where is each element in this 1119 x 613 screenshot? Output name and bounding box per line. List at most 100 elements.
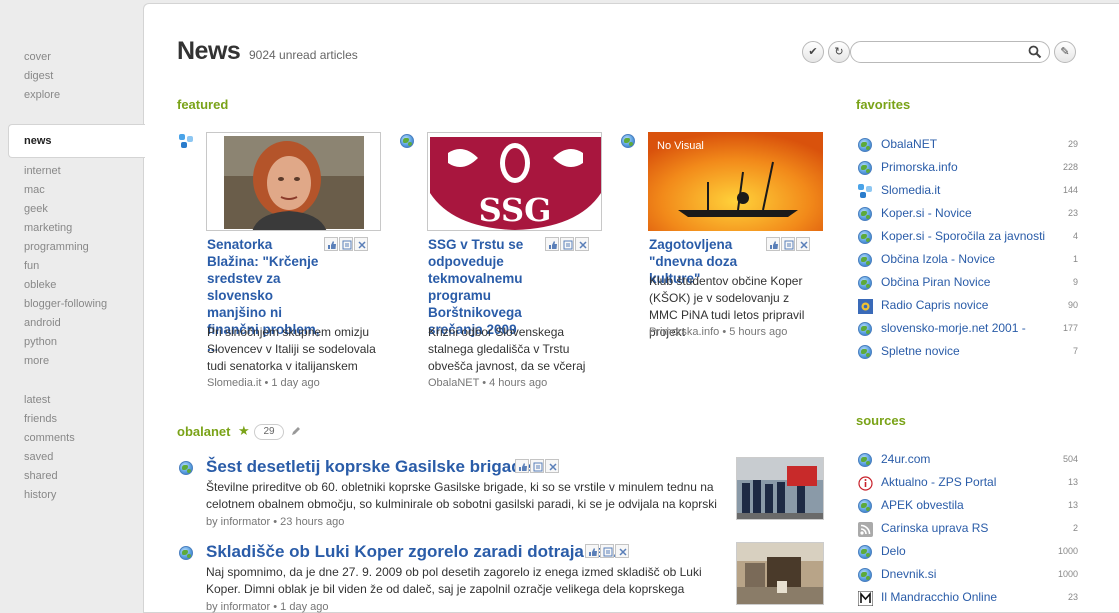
like-button[interactable]	[545, 237, 559, 251]
share-button[interactable]	[560, 237, 574, 251]
feed-name[interactable]: Radio Capris novice	[881, 298, 1051, 312]
feed-item[interactable]: Delo 1000	[858, 542, 1078, 565]
feed-name[interactable]: Občina Izola - Novice	[881, 252, 1051, 266]
unread-count-badge: 1000	[1057, 546, 1078, 556]
feed-name[interactable]: Aktualno - ZPS Portal	[881, 475, 1051, 489]
nav-item-cover[interactable]: cover	[0, 48, 144, 67]
feed-name[interactable]: Carinska uprava RS	[881, 521, 1051, 535]
feed-item[interactable]: Koper.si - Sporočila za javnosti 4	[858, 227, 1078, 250]
feed-item[interactable]: Koper.si - Novice 23	[858, 204, 1078, 227]
feed-item[interactable]: Carinska uprava RS 2	[858, 519, 1078, 542]
feed-name[interactable]: Koper.si - Novice	[881, 206, 1051, 220]
nav-item-explore[interactable]: explore	[0, 86, 144, 105]
feed-name[interactable]: ObalaNET	[881, 137, 1051, 151]
feed-name[interactable]: Primorska.info	[881, 160, 1051, 174]
nav-item-programming[interactable]: programming	[0, 238, 144, 257]
feed-item[interactable]: Slomedia.it 144	[858, 181, 1078, 204]
close-button[interactable]	[354, 237, 368, 251]
nav-item-shared[interactable]: shared	[0, 467, 144, 486]
feed-item[interactable]: ObalaNET 29	[858, 135, 1078, 158]
mark-read-button[interactable]: ✔	[802, 41, 824, 63]
feed-item[interactable]: Spletne novice 7	[858, 342, 1078, 365]
like-button[interactable]	[585, 544, 599, 558]
nav-item-marketing[interactable]: marketing	[0, 219, 144, 238]
nav-item-history[interactable]: history	[0, 486, 144, 505]
feed-item[interactable]: APEK obvestila 13	[858, 496, 1078, 519]
article-actions	[324, 237, 369, 255]
close-button[interactable]	[796, 237, 810, 251]
like-button[interactable]	[324, 237, 338, 251]
feed-name[interactable]: Občina Piran Novice	[881, 275, 1051, 289]
feed-item[interactable]: slovensko-morje.net 2001 - 177	[858, 319, 1078, 342]
feed-item[interactable]: Dnevnik.si 1000	[858, 565, 1078, 588]
close-button[interactable]	[545, 459, 559, 473]
nav-item-obleke[interactable]: obleke	[0, 276, 144, 295]
pencil-icon[interactable]	[290, 425, 302, 437]
article-headline[interactable]: Skladišče ob Luki Koper zgorelo zaradi d…	[206, 542, 623, 562]
nav-item-android[interactable]: android	[0, 314, 144, 333]
nav-item-digest[interactable]: digest	[0, 67, 144, 86]
feed-item[interactable]: Občina Izola - Novice 1	[858, 250, 1078, 273]
article-snippet: Naj spomnimo, da je dne 27. 9. 2009 ob p…	[206, 565, 702, 596]
unread-count-badge: 177	[1062, 323, 1078, 333]
nav-item-python[interactable]: python	[0, 333, 144, 352]
article-actions	[766, 237, 811, 255]
feed-name[interactable]: slovensko-morje.net 2001 -	[881, 321, 1051, 335]
feed-name[interactable]: Il Mandracchio Online	[881, 590, 1051, 604]
close-button[interactable]	[615, 544, 629, 558]
featured-headline[interactable]: SSG v Trstu se odpoveduje tekmovalnemu p…	[428, 236, 546, 338]
feed-name[interactable]: Koper.si - Sporočila za javnosti	[881, 229, 1051, 243]
article-headline[interactable]: Šest desetletij koprske Gasilske brigade	[206, 457, 531, 477]
feed-name[interactable]: Delo	[881, 544, 1051, 558]
share-button[interactable]	[530, 459, 544, 473]
nav-item-mac[interactable]: mac	[0, 181, 144, 200]
feed-item[interactable]: Radio Capris novice 90	[858, 296, 1078, 319]
nav-item-comments[interactable]: comments	[0, 429, 144, 448]
nav-item-news-active[interactable]: news	[8, 124, 145, 158]
like-button[interactable]	[515, 459, 529, 473]
featured-snippet: Krizni odbor Slovenskega stalnega gledal…	[428, 325, 586, 373]
feed-name[interactable]: APEK obvestila	[881, 498, 1051, 512]
edit-button[interactable]: ✎	[1054, 41, 1076, 63]
article-thumbnail[interactable]	[736, 457, 824, 520]
close-icon	[619, 548, 627, 556]
unread-count-badge: 9	[1072, 277, 1078, 287]
unread-count-badge: 228	[1062, 162, 1078, 172]
refresh-button[interactable]: ↻	[828, 41, 850, 63]
search-input[interactable]	[861, 42, 1031, 62]
nav-item-fun[interactable]: fun	[0, 257, 144, 276]
feed-name[interactable]: Slomedia.it	[881, 183, 1051, 197]
article-thumbnail[interactable]	[736, 542, 824, 605]
feed-item[interactable]: Il Mandracchio Online 23	[857, 588, 1078, 611]
feed-item[interactable]: Občina Piran Novice 9	[858, 273, 1078, 296]
featured-image[interactable]: SSG	[427, 132, 602, 231]
close-button[interactable]	[575, 237, 589, 251]
nav-item-latest[interactable]: latest	[0, 391, 144, 410]
feed-item[interactable]: 24ur.com 504	[858, 450, 1078, 473]
share-button[interactable]	[339, 237, 353, 251]
nav-item-geek[interactable]: geek	[0, 200, 144, 219]
nav-item-blogger-following[interactable]: blogger-following	[0, 295, 144, 314]
search-icon[interactable]	[1028, 45, 1042, 59]
feed-item[interactable]: Aktualno - ZPS Portal 13	[858, 473, 1078, 496]
unread-count-badge: 90	[1067, 300, 1078, 310]
nav-item-more[interactable]: more	[0, 352, 144, 371]
like-button[interactable]	[766, 237, 780, 251]
sources-title: sources	[856, 413, 906, 428]
share-button[interactable]	[781, 237, 795, 251]
obalanet-title[interactable]: obalanet	[177, 424, 230, 439]
share-button[interactable]	[600, 544, 614, 558]
feed-item[interactable]: Primorska.info 228	[858, 158, 1078, 181]
feed-name[interactable]: Dnevnik.si	[881, 567, 1051, 581]
globe-icon	[858, 207, 872, 221]
nav-item-friends[interactable]: friends	[0, 410, 144, 429]
featured-image[interactable]: No Visual	[648, 132, 823, 231]
feed-name[interactable]: Spletne novice	[881, 344, 1051, 358]
nav-item-internet[interactable]: internet	[0, 162, 144, 181]
featured-snippet: Pri sinočnjem skupnem omizju Slovencev v…	[207, 325, 376, 373]
feed-name[interactable]: 24ur.com	[881, 452, 1051, 466]
nav-item-saved[interactable]: saved	[0, 448, 144, 467]
featured-image[interactable]	[206, 132, 381, 231]
unread-count-badge: 504	[1062, 454, 1078, 464]
main-panel: News 9024 unread articles ✔ ↻ ✎ featured…	[143, 3, 1119, 613]
